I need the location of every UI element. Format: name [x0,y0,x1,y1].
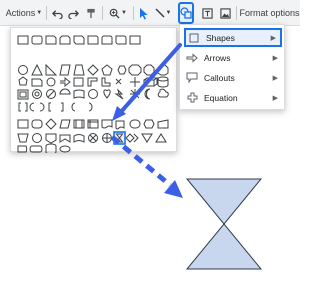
drawing-canvas [110,43,263,270]
annotation-arrow-dashed [110,135,183,198]
collate-hourglass-shape[interactable] [185,178,263,270]
annotation-arrow-solid [112,43,182,121]
